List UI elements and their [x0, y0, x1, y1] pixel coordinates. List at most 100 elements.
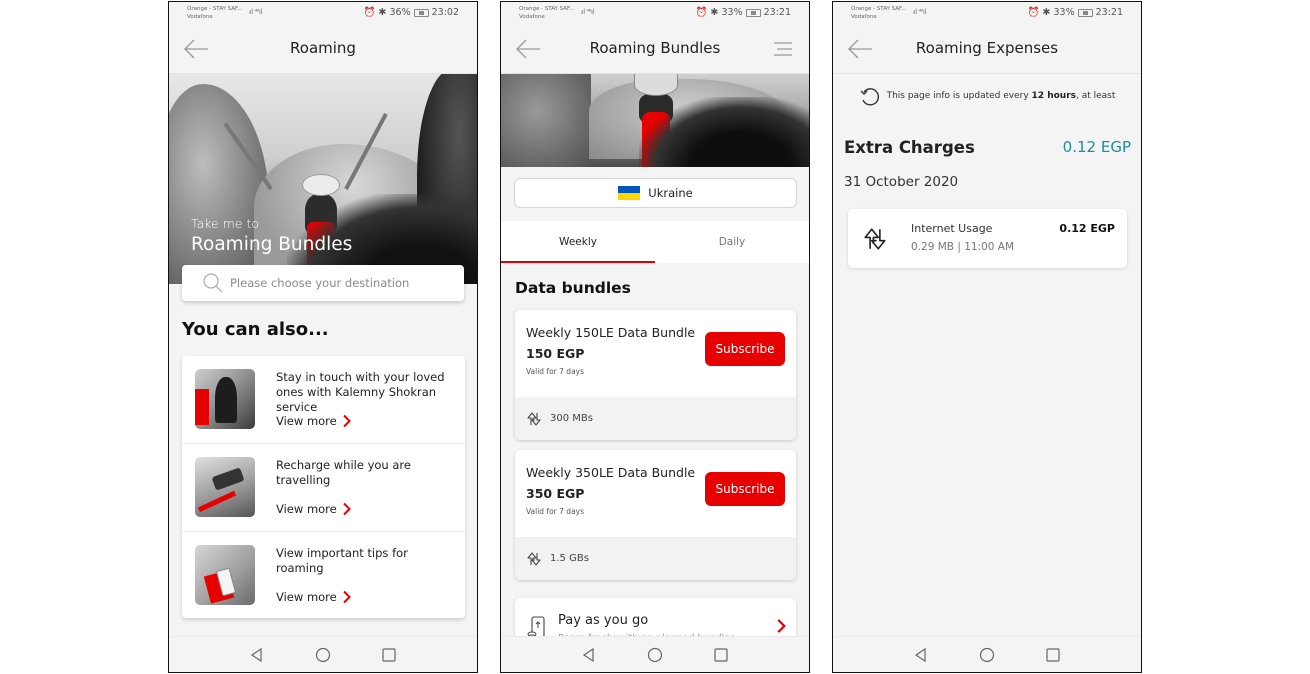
update-info-text: This page info is updated every 12 hours…	[887, 91, 1116, 101]
thumbnail-image	[195, 369, 255, 429]
list-item-recharge[interactable]: Recharge while you are travelling View m…	[182, 444, 465, 532]
search-placeholder: Please choose your destination	[230, 276, 410, 290]
app-header: Roaming Bundles	[501, 24, 809, 74]
app-header: Roaming Expenses	[833, 24, 1141, 74]
hero-banner	[501, 74, 809, 167]
page-title: Roaming Bundles	[589, 39, 721, 57]
status-bar: Orange - STAY SAF... Vodafone ᵢıl ⁴⁶ıl ⏰…	[501, 2, 809, 24]
extra-charges-amount: 0.12 EGP	[1062, 138, 1131, 156]
screen-roaming-bundles: Orange - STAY SAF... Vodafone ᵢıl ⁴⁶ıl ⏰…	[500, 1, 810, 673]
period-tabs: Weekly Daily	[501, 221, 809, 263]
carrier-name-2: Vodafone	[187, 14, 213, 20]
tab-daily[interactable]: Daily	[655, 221, 809, 263]
data-transfer-icon	[526, 411, 542, 427]
battery-percent: 33%	[1053, 7, 1075, 18]
battery-percent: 36%	[389, 7, 411, 18]
carrier-name-2: Vodafone	[851, 14, 877, 20]
nav-back-icon[interactable]	[913, 647, 929, 663]
status-bar: Orange - STAY SAF... Vodafone ᵢıl ⁴⁶ıl ⏰…	[169, 2, 477, 24]
list-item-kalemny-shokran[interactable]: Stay in touch with your loved ones with …	[182, 356, 465, 444]
list-item-text: View important tips for roaming	[276, 546, 408, 575]
app-header: Roaming	[169, 24, 477, 74]
search-icon	[203, 273, 223, 293]
nav-back-icon[interactable]	[249, 647, 265, 663]
extra-charges-title: Extra Charges	[844, 138, 975, 157]
hero-hat	[634, 74, 678, 96]
bundle-validity: Valid for 7 days	[526, 507, 585, 516]
chevron-right-icon	[777, 619, 786, 633]
destination-search-input[interactable]: Please choose your destination	[182, 265, 464, 301]
nav-recents-icon[interactable]	[713, 647, 729, 663]
nav-recents-icon[interactable]	[1045, 647, 1061, 663]
bluetooth-icon: ✱	[710, 7, 719, 18]
bundle-data-amount: 1.5 GBs	[550, 553, 589, 564]
view-more-link[interactable]: View more	[276, 414, 351, 428]
page-title: Roaming Expenses	[915, 39, 1059, 57]
list-item-text: Stay in touch with your loved ones with …	[276, 370, 445, 414]
data-transfer-icon	[864, 228, 886, 250]
signal-icon: ᵢıl ⁴⁶ıl	[913, 8, 926, 16]
android-nav-bar	[501, 636, 809, 672]
hero-mountain-left	[501, 74, 591, 167]
bundle-price: 150 EGP	[526, 346, 585, 361]
carrier-name-1: Orange - STAY SAF...	[187, 6, 243, 12]
country-selector[interactable]: Ukraine	[514, 178, 797, 208]
carrier-info: Orange - STAY SAF... Vodafone	[519, 5, 575, 21]
clock: 23:21	[1095, 7, 1123, 18]
android-nav-bar	[833, 636, 1141, 672]
country-name: Ukraine	[648, 186, 693, 200]
carrier-name-1: Orange - STAY SAF...	[519, 6, 575, 12]
hero-title: Roaming Bundles	[191, 234, 353, 255]
view-more-link[interactable]: View more	[276, 502, 351, 516]
nav-home-icon[interactable]	[315, 647, 331, 663]
bundle-card[interactable]: Weekly 150LE Data Bundle 150 EGP Valid f…	[515, 310, 796, 440]
data-transfer-icon	[526, 551, 542, 567]
info-bold: 12 hours	[1031, 91, 1076, 101]
bluetooth-icon: ✱	[1042, 7, 1051, 18]
chevron-right-icon	[342, 590, 351, 604]
nav-recents-icon[interactable]	[381, 647, 397, 663]
bundle-price: 350 EGP	[526, 486, 585, 501]
usage-title: Internet Usage	[911, 222, 993, 235]
alarm-icon: ⏰	[695, 7, 708, 18]
hamburger-menu-icon[interactable]	[773, 42, 793, 56]
hero-banner[interactable]: Take me to Roaming Bundles	[169, 74, 477, 284]
view-more-link[interactable]: View more	[276, 590, 351, 604]
bundle-name: Weekly 150LE Data Bundle	[526, 325, 696, 340]
section-title: Data bundles	[515, 279, 631, 297]
hero-subtitle: Take me to	[191, 216, 260, 231]
signal-icon: ᵢıl ⁴⁶ıl	[581, 8, 594, 16]
page-title: Roaming	[290, 39, 356, 57]
hero-hat	[302, 174, 340, 196]
nav-home-icon[interactable]	[647, 647, 663, 663]
bundle-card[interactable]: Weekly 350LE Data Bundle 350 EGP Valid f…	[515, 450, 796, 580]
tab-weekly[interactable]: Weekly	[501, 221, 655, 263]
clock: 23:02	[431, 7, 459, 18]
info-suffix: , at least	[1076, 91, 1116, 101]
status-bar: Orange - STAY SAF... Vodafone ᵢıl ⁴⁶ıl ⏰…	[833, 2, 1141, 24]
signal-icon: ᵢıl ⁴⁶ıl	[249, 8, 262, 16]
nav-home-icon[interactable]	[979, 647, 995, 663]
clock: 23:21	[763, 7, 791, 18]
usage-amount: 0.12 EGP	[1059, 222, 1115, 235]
bundle-name: Weekly 350LE Data Bundle	[526, 465, 696, 480]
bluetooth-icon: ✱	[378, 7, 387, 18]
update-info: This page info is updated every 12 hours…	[833, 86, 1141, 106]
list-item-text: Recharge while you are travelling	[276, 458, 411, 487]
carrier-info: Orange - STAY SAF... Vodafone	[187, 5, 243, 21]
nav-back-icon[interactable]	[581, 647, 597, 663]
list-item-tips[interactable]: View important tips for roaming View mor…	[182, 532, 465, 620]
subscribe-button[interactable]: Subscribe	[705, 332, 785, 366]
screen-roaming-expenses: Orange - STAY SAF... Vodafone ᵢıl ⁴⁶ıl ⏰…	[832, 1, 1142, 673]
battery-icon	[1077, 8, 1093, 17]
subscribe-button[interactable]: Subscribe	[705, 472, 785, 506]
info-prefix: This page info is updated every	[886, 91, 1032, 101]
alarm-icon: ⏰	[1027, 7, 1040, 18]
flag-stripe-yellow	[618, 193, 641, 200]
hero-plants	[639, 97, 809, 167]
usage-item[interactable]: Internet Usage 0.29 MB | 11:00 AM 0.12 E…	[848, 209, 1127, 268]
chevron-right-icon	[342, 414, 351, 428]
section-title: You can also...	[182, 319, 329, 340]
charges-date: 31 October 2020	[844, 174, 959, 190]
battery-icon	[413, 8, 429, 17]
